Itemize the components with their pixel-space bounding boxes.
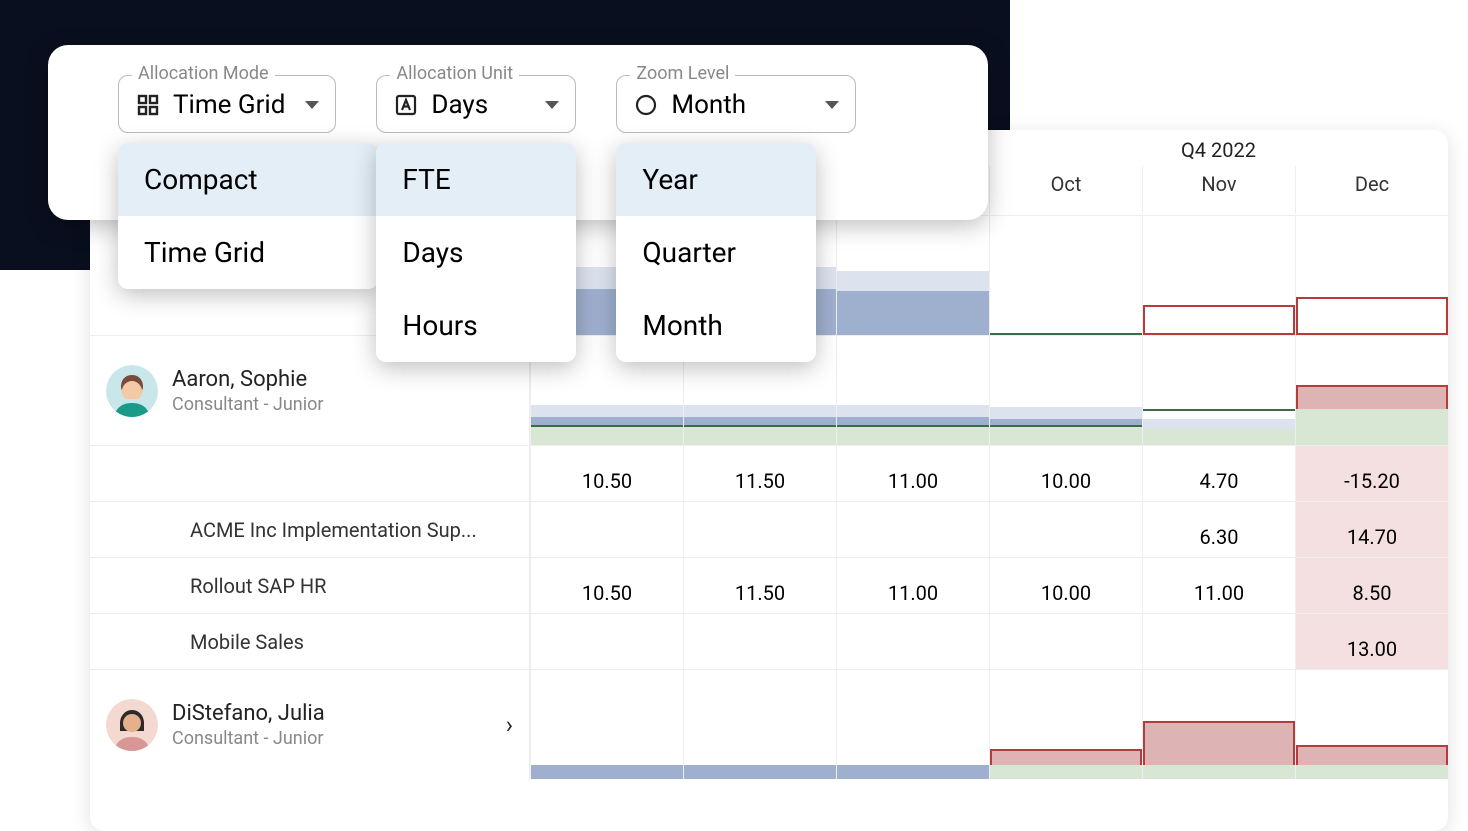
person-name: DiStefano, Julia	[172, 701, 325, 726]
person-role: Consultant - Junior	[172, 394, 323, 415]
task-cell: 11.00	[837, 581, 989, 605]
task-row[interactable]: Rollout SAP HR 10.50 11.50 11.00 10.00 1…	[90, 557, 1448, 613]
task-label: Rollout SAP HR	[106, 574, 326, 598]
task-cell: 10.50	[531, 581, 683, 605]
summary-cell: 10.00	[990, 469, 1142, 493]
dropdown-item[interactable]: Days	[376, 216, 576, 289]
person-name: Aaron, Sophie	[172, 367, 323, 392]
dropdown-item[interactable]: FTE	[376, 143, 576, 216]
summary-row: 10.50 11.50 11.00 10.00 4.70 -15.20	[90, 445, 1448, 501]
chevron-right-icon[interactable]: ›	[506, 711, 513, 739]
moon-icon	[631, 90, 661, 120]
task-cell: 6.30	[1143, 525, 1295, 549]
allocation-unit-select[interactable]: Allocation Unit Days FTE Days Hours	[376, 75, 576, 133]
chevron-down-icon	[825, 101, 839, 109]
month-col: Nov	[1142, 166, 1295, 214]
month-col: Oct	[989, 166, 1142, 214]
zoom-level-menu: Year Quarter Month	[616, 143, 816, 362]
summary-cell: 4.70	[1143, 469, 1295, 493]
allocation-mode-menu: Compact Time Grid	[118, 143, 378, 289]
letter-a-icon	[391, 90, 421, 120]
dropdown-item[interactable]: Compact	[118, 143, 378, 216]
task-cell: 11.00	[1143, 581, 1295, 605]
allocation-unit-menu: FTE Days Hours	[376, 143, 576, 362]
quarter-label: Q4 2022	[989, 130, 1448, 166]
select-legend: Allocation Mode	[132, 63, 275, 84]
select-legend: Zoom Level	[630, 63, 735, 84]
task-cell: 8.50	[1296, 581, 1448, 605]
zoom-level-select[interactable]: Zoom Level Month Year Quarter Month	[616, 75, 856, 133]
task-cell: 14.70	[1296, 525, 1448, 549]
summary-cell: 11.00	[837, 469, 989, 493]
avatar	[106, 365, 158, 417]
select-legend: Allocation Unit	[390, 63, 519, 84]
view-toolbar: Allocation Mode Time Grid Compact Time G…	[48, 45, 988, 220]
dropdown-item[interactable]: Time Grid	[118, 216, 378, 289]
grid-icon	[133, 90, 163, 120]
allocation-mode-select[interactable]: Allocation Mode Time Grid Compact Time G…	[118, 75, 336, 133]
avatar	[106, 699, 158, 751]
summary-cell: 10.50	[531, 469, 683, 493]
resource-row[interactable]: DiStefano, Julia Consultant - Junior ›	[90, 669, 1448, 779]
summary-cell: -15.20	[1296, 469, 1448, 493]
select-value: Days	[431, 90, 488, 120]
select-value: Month	[671, 90, 746, 120]
dropdown-item[interactable]: Month	[616, 289, 816, 362]
month-col: Dec	[1295, 166, 1448, 214]
task-row[interactable]: ACME Inc Implementation Sup... 6.30 14.7…	[90, 501, 1448, 557]
task-label: Mobile Sales	[106, 630, 304, 654]
select-value: Time Grid	[173, 90, 285, 120]
task-cell: 13.00	[1296, 637, 1448, 661]
task-cell: 10.00	[990, 581, 1142, 605]
task-cell: 11.50	[684, 581, 836, 605]
person-role: Consultant - Junior	[172, 728, 325, 749]
task-label: ACME Inc Implementation Sup...	[106, 518, 477, 542]
chevron-down-icon	[545, 101, 559, 109]
summary-cell: 11.50	[684, 469, 836, 493]
task-row[interactable]: Mobile Sales 13.00	[90, 613, 1448, 669]
chevron-down-icon	[305, 101, 319, 109]
dropdown-item[interactable]: Quarter	[616, 216, 816, 289]
dropdown-item[interactable]: Year	[616, 143, 816, 216]
dropdown-item[interactable]: Hours	[376, 289, 576, 362]
